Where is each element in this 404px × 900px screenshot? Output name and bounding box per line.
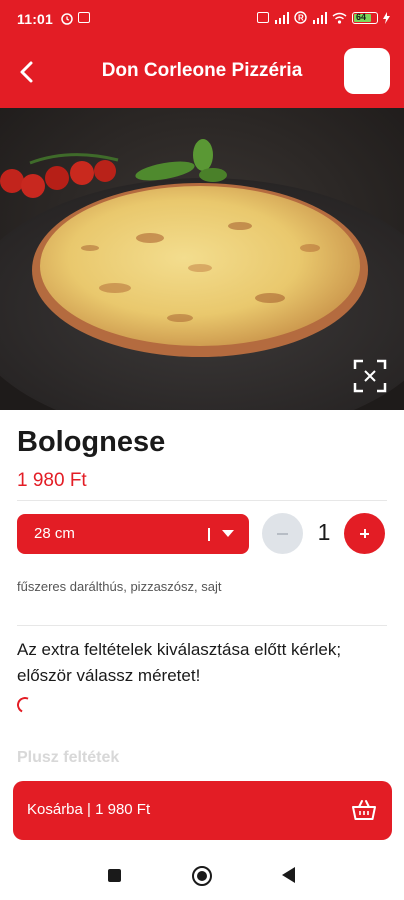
product-name: Bolognese [17, 426, 166, 458]
product-image[interactable] [0, 108, 404, 410]
size-dropdown[interactable]: 28 cm [17, 514, 249, 554]
dropdown-separator [208, 528, 210, 541]
chevron-left-icon[interactable] [14, 58, 42, 86]
add-to-cart-button[interactable]: Kosárba | 1 980 Ft [13, 781, 392, 840]
notification-icon [78, 12, 90, 23]
add-to-cart-label: Kosárba | 1 980 Ft [27, 801, 151, 818]
triangle-back-icon[interactable] [282, 867, 295, 883]
signal-icon-2 [313, 11, 327, 24]
basket-icon [352, 800, 376, 820]
divider [17, 625, 387, 626]
divider [17, 500, 387, 501]
wifi-icon [332, 12, 347, 24]
product-price: 1 980 Ft [17, 470, 87, 491]
registered-icon: R [294, 11, 307, 24]
signal-icon [275, 11, 289, 24]
size-notice: Az extra feltételek kiválasztása előtt k… [17, 640, 342, 685]
pizza-photo [0, 108, 404, 410]
cart-button[interactable] [344, 48, 390, 94]
status-system-icons: R 64 [257, 11, 390, 24]
quantity-increase-button[interactable] [344, 513, 385, 554]
battery-icon: 64 [352, 11, 378, 24]
quantity-value: 1 [317, 519, 331, 545]
status-time: 11:01 [17, 11, 54, 27]
app-bar: Don Corleone Pizzéria [0, 36, 404, 108]
square-icon[interactable] [108, 869, 121, 882]
minus-icon [277, 533, 288, 535]
chevron-down-icon [222, 530, 234, 537]
quantity-decrease-button[interactable] [262, 513, 303, 554]
size-selected-value: 28 cm [34, 525, 75, 542]
circle-icon[interactable] [192, 866, 212, 886]
status-bar: 11:01 R 64 [0, 0, 404, 36]
page-title: Don Corleone Pizzéria [101, 60, 303, 81]
expand-icon[interactable] [352, 358, 388, 394]
system-nav-bar [0, 850, 404, 900]
loading-spinner-icon [14, 694, 36, 716]
extras-heading: Plusz feltétek [17, 749, 120, 766]
status-notification-icons [60, 12, 90, 25]
charging-icon [383, 11, 390, 24]
battery-level: 64 [356, 11, 367, 22]
svg-text:R: R [298, 14, 304, 23]
product-ingredients: fűszeres darálthús, pizzaszósz, sajt [17, 579, 222, 594]
alarm-icon [61, 13, 73, 25]
sim-icon [257, 12, 269, 23]
